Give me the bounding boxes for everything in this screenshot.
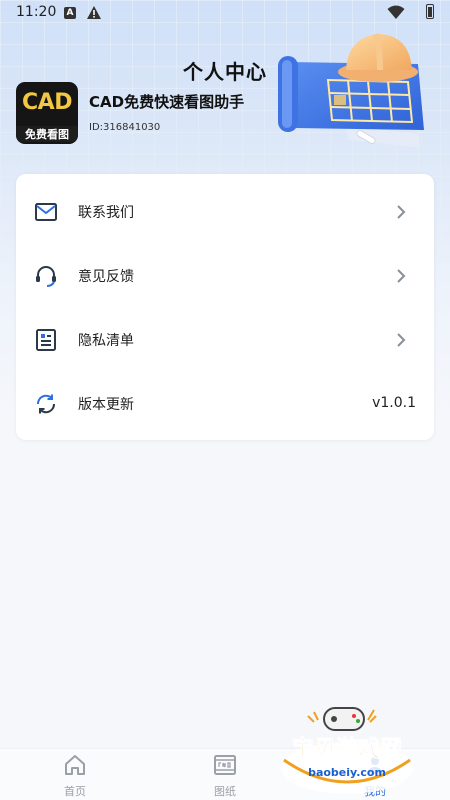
tab-home[interactable]: 首页 xyxy=(0,749,150,800)
menu-item-label: 版本更新 xyxy=(78,397,134,413)
home-icon xyxy=(65,755,85,775)
battery-icon xyxy=(426,4,434,19)
a-icon: A xyxy=(64,7,76,19)
app-name: CAD免费快速看图助手 xyxy=(89,93,245,111)
app-logo-text: CAD xyxy=(22,90,72,115)
wifi-icon xyxy=(387,5,405,19)
status-time: 11:20 xyxy=(16,4,57,20)
menu-item-label: 隐私清单 xyxy=(78,333,134,349)
version-value: v1.0.1 xyxy=(372,395,416,411)
settings-menu-card: 联系我们 意见反馈 隐私清单 版本更新 v1.0.1 xyxy=(16,174,434,440)
menu-item-label: 联系我们 xyxy=(78,205,134,221)
document-list-icon xyxy=(36,329,56,351)
user-id: ID:316841030 xyxy=(89,122,161,133)
warning-icon xyxy=(87,6,101,19)
menu-item-label: 意见反馈 xyxy=(78,269,134,285)
menu-item-privacy-list[interactable]: 隐私清单 xyxy=(16,308,434,372)
mail-icon xyxy=(35,203,57,221)
menu-item-contact-us[interactable]: 联系我们 xyxy=(16,180,434,244)
blueprint-illustration xyxy=(278,33,424,148)
status-bar: 11:20 A xyxy=(0,0,450,26)
chevron-right-icon xyxy=(397,205,406,219)
menu-item-feedback[interactable]: 意见反馈 xyxy=(16,244,434,308)
site-watermark-logo: 宝贝游戏网 baobeiy.com xyxy=(281,707,413,794)
app-logo: CAD 免费看图 xyxy=(16,82,78,144)
cad-drawing-icon xyxy=(214,755,236,775)
refresh-icon xyxy=(36,394,56,414)
chevron-right-icon xyxy=(397,333,406,347)
watermark-text: 宝贝游戏网 xyxy=(292,736,402,762)
watermark-url: baobeiy.com xyxy=(308,766,386,779)
app-logo-subtext: 免费看图 xyxy=(16,126,78,142)
chevron-right-icon xyxy=(397,269,406,283)
menu-item-version-update[interactable]: 版本更新 v1.0.1 xyxy=(16,372,434,436)
tab-label: 首页 xyxy=(64,785,86,798)
headset-icon xyxy=(36,266,56,287)
